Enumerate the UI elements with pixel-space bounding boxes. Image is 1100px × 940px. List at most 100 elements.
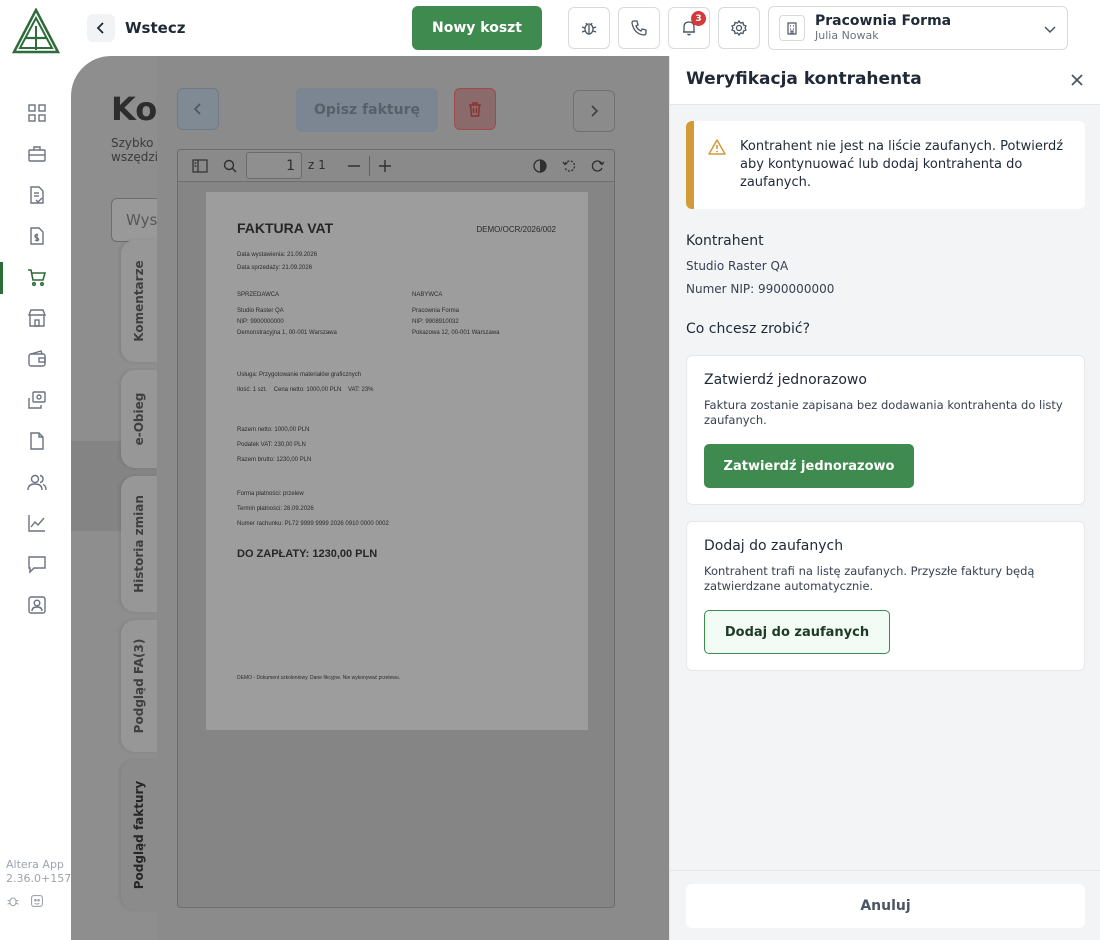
alert-text: Kontrahent nie jest na liście zaufanych.… <box>740 139 1064 190</box>
close-icon[interactable] <box>1068 71 1086 89</box>
app-version-number: 2.36.0+1574 <box>6 872 79 885</box>
wallet-icon <box>28 350 46 367</box>
invoice-amount-due: DO ZAPŁATY: 1230,00 PLN <box>237 548 378 560</box>
settings-button[interactable] <box>718 7 760 49</box>
money-document-icon <box>30 227 44 245</box>
invoice-footer-note: DEMO - Dokument szkoleniowy. Dane fikcyj… <box>237 675 401 681</box>
invoice-quantity-line: Ilość: 1 szt. Cena netto: 1000,00 PLN VA… <box>237 387 374 393</box>
next-invoice-button[interactable] <box>573 90 615 132</box>
add-trusted-description: Kontrahent trafi na listę zaufanych. Prz… <box>704 564 1035 593</box>
back-button[interactable]: Wstecz <box>87 14 185 42</box>
dashboard-icon <box>28 104 46 122</box>
drawer-footer: Anuluj <box>670 870 1100 940</box>
new-cost-button[interactable]: Nowy koszt <box>412 6 542 50</box>
sidebar-toggle-icon[interactable] <box>192 158 208 174</box>
tab-change-history[interactable]: Historia zmian <box>121 476 157 612</box>
app-logo <box>11 7 61 54</box>
invoice-issue-date: Data wystawienia: 21.09.2026 <box>237 252 318 258</box>
sidebar-item-reports[interactable] <box>26 512 48 534</box>
invoice-preview-panel: Opisz fakturę 1 z 1 FAKTURA VAT DEMO/OCR… <box>157 56 669 940</box>
bug-icon <box>581 22 597 35</box>
zoom-in-icon[interactable] <box>377 158 393 174</box>
chevron-left-icon <box>87 14 115 42</box>
pdf-toolbar: 1 z 1 <box>178 150 614 182</box>
briefcase-icon <box>28 146 46 162</box>
add-trusted-button[interactable]: Dodaj do zaufanych <box>704 610 890 654</box>
invoice-service: Usługa: Przygotowanie materiałów graficz… <box>237 372 362 378</box>
drawer-title: Weryfikacja kontrahenta <box>686 69 922 89</box>
sidebar-item-projects[interactable] <box>26 143 48 165</box>
previous-invoice-button[interactable] <box>177 88 219 130</box>
chat-icon <box>28 556 46 574</box>
gear-icon <box>731 19 747 37</box>
users-icon <box>27 474 47 491</box>
add-trusted-title: Dodaj do zaufanych <box>704 538 844 554</box>
tab-comments[interactable]: Komentarze <box>121 240 157 362</box>
pdf-viewer: 1 z 1 FAKTURA VAT DEMO/OCR/2026/002 Data… <box>177 149 615 908</box>
company-name: Pracownia Forma <box>815 13 952 29</box>
building-icon <box>779 15 805 41</box>
zoom-out-icon[interactable] <box>346 158 362 174</box>
sidebar-item-documents[interactable] <box>26 184 48 206</box>
sidebar-item-contacts[interactable] <box>26 471 48 493</box>
delete-invoice-button[interactable] <box>454 88 496 130</box>
tab-invoice-preview[interactable]: Podgląd faktury <box>121 760 157 910</box>
sidebar-item-transfers[interactable] <box>26 389 48 411</box>
search-icon[interactable] <box>222 158 238 174</box>
buyer-nip: NIP: 9908910032 <box>412 319 459 325</box>
tab-e-workflow-label: e-Obieg <box>132 392 146 446</box>
sidebar-item-wallet[interactable] <box>26 348 48 370</box>
back-label: Wstecz <box>125 19 186 37</box>
phone-icon <box>631 20 647 36</box>
sidebar-item-sales[interactable] <box>26 225 48 247</box>
store-icon <box>27 309 47 327</box>
tab-fa3-preview[interactable]: Podgląd FA(3) <box>121 620 157 752</box>
tab-fa3-preview-label: Podgląd FA(3) <box>132 638 146 734</box>
notifications-button[interactable]: 3 <box>668 7 710 49</box>
sidebar-item-messages[interactable] <box>26 553 48 575</box>
warning-icon <box>708 139 726 159</box>
debug-panel-icon[interactable] <box>30 893 44 912</box>
page-total: z 1 <box>308 158 326 172</box>
debug-bug-icon[interactable] <box>6 893 20 912</box>
phone-button[interactable] <box>618 7 660 49</box>
sidebar-item-account[interactable] <box>26 594 48 616</box>
seller-nip: NIP: 9900000000 <box>237 319 284 325</box>
buyer-name: Pracownia Forma <box>412 308 460 314</box>
invoice-account-number: Numer rachunku: PL72 9999 9999 2026 0910… <box>237 521 389 527</box>
tab-comments-label: Komentarze <box>132 260 146 342</box>
invoice-number: DEMO/OCR/2026/002 <box>476 225 556 234</box>
transfer-icon <box>28 391 46 409</box>
seller-name: Studio Raster QA <box>237 308 284 314</box>
contrast-icon[interactable] <box>532 158 548 174</box>
action-question: Co chcesz zrobić? <box>686 321 811 337</box>
contractor-label: Kontrahent <box>686 233 764 249</box>
contractor-nip: Numer NIP: 9900000000 <box>686 282 835 296</box>
app-version-name: Altera App <box>6 858 64 871</box>
invoice-net-total: Razem netto: 1000,00 PLN <box>237 427 310 433</box>
approve-once-title: Zatwierdź jednorazowo <box>704 372 867 388</box>
sidebar-item-costs[interactable] <box>26 266 48 288</box>
cancel-button[interactable]: Anuluj <box>686 884 1085 928</box>
sidebar-item-store[interactable] <box>26 307 48 329</box>
app-version: Altera App 2.36.0+1574 <box>6 858 78 886</box>
bug-report-button[interactable] <box>568 7 610 49</box>
sidebar-item-dashboard[interactable] <box>26 102 48 124</box>
approve-once-description: Faktura zostanie zapisana bez dodawania … <box>704 398 1063 427</box>
describe-invoice-button[interactable]: Opisz fakturę <box>296 88 438 132</box>
notification-count-badge: 3 <box>691 11 706 26</box>
rotate-left-icon[interactable] <box>561 158 577 174</box>
buyer-address: Pokazowa 12, 00-001 Warszawa <box>412 330 500 336</box>
tab-e-workflow[interactable]: e-Obieg <box>121 370 157 468</box>
chart-icon <box>28 515 45 532</box>
rotate-right-icon[interactable] <box>590 158 606 174</box>
sidebar-item-files[interactable] <box>26 430 48 452</box>
approve-once-button[interactable]: Zatwierdź jednorazowo <box>704 444 914 488</box>
company-switcher[interactable]: Pracownia Forma Julia Nowak <box>768 6 1068 50</box>
seller-header: SPRZEDAWCA <box>237 292 280 298</box>
page-number-input[interactable]: 1 <box>246 152 302 179</box>
sidebar-active-indicator <box>0 262 3 294</box>
buyer-header: NABYWCA <box>412 292 443 298</box>
invoice-payment-method: Forma płatności: przelew <box>237 491 304 497</box>
seller-address: Demonstracyjna 1, 00-001 Warszawa <box>237 330 337 336</box>
